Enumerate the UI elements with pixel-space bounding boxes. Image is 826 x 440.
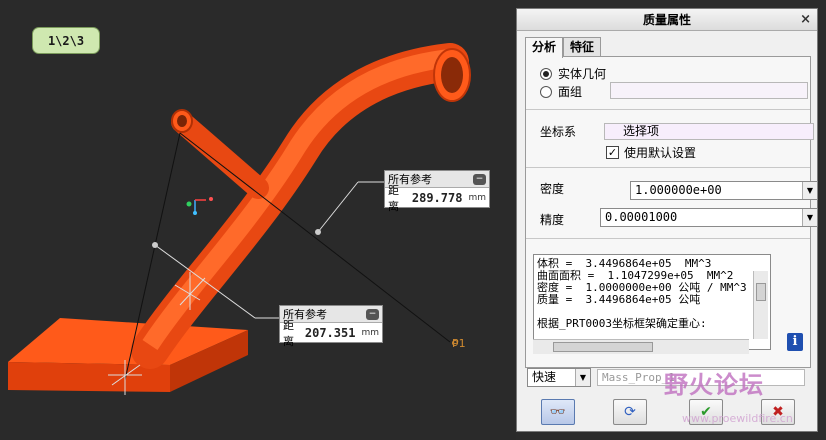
results-text-area[interactable]: 体积 = 3.4496864e+05 MM^3 曲面面积 = 1.1047299… bbox=[533, 254, 771, 350]
callout-collapse-icon[interactable]: − bbox=[366, 308, 379, 320]
results-horizontal-scrollbar[interactable] bbox=[533, 339, 749, 354]
point-p1-label: P1 bbox=[452, 337, 466, 350]
distance-label: 距离 bbox=[388, 183, 399, 213]
distance-value: 207.351 bbox=[304, 325, 356, 340]
csys-selector-field[interactable]: 选择项 bbox=[604, 123, 814, 140]
csys-selector-text: 选择项 bbox=[623, 124, 660, 138]
analysis-mode-select[interactable]: 快速 ▼ bbox=[527, 368, 591, 387]
scrollbar-thumb[interactable] bbox=[756, 283, 766, 301]
density-value: 1.000000e+00 bbox=[635, 183, 722, 197]
chevron-down-icon[interactable]: ▼ bbox=[575, 369, 590, 386]
forum-watermark-url: www.proewildfire.cn bbox=[682, 412, 793, 425]
refresh-icon: ⟳ bbox=[624, 404, 636, 420]
center-of-gravity-triad bbox=[186, 197, 213, 215]
use-default-label: 使用默认设置 bbox=[624, 146, 697, 160]
glasses-icon: 👓 bbox=[549, 404, 567, 420]
results-vertical-scrollbar[interactable] bbox=[753, 271, 768, 339]
forum-watermark: 野火论坛 bbox=[664, 371, 764, 399]
callout-body: 距离 207.351 mm bbox=[280, 319, 382, 348]
tab-analysis[interactable]: 分析 bbox=[525, 37, 564, 58]
info-icon[interactable]: i bbox=[787, 333, 803, 351]
precision-value: 0.00001000 bbox=[605, 210, 678, 224]
leader-top bbox=[317, 181, 359, 233]
distance-unit: mm bbox=[468, 192, 486, 203]
callout-collapse-icon[interactable]: − bbox=[473, 173, 486, 185]
result-line-mass: 质量 = 3.4496864e+05 公吨 bbox=[537, 293, 701, 306]
branch-pipe-bore bbox=[177, 115, 187, 127]
model-canvas[interactable] bbox=[0, 0, 516, 440]
divider bbox=[526, 167, 810, 168]
radio-label: 面组 bbox=[558, 85, 583, 99]
dim-anchor-top bbox=[315, 229, 321, 235]
tab-strip: 分析 特征 bbox=[525, 37, 817, 58]
checkbox-check-icon[interactable]: ✓ bbox=[606, 146, 619, 159]
radio-solid-geometry[interactable]: 实体几何 bbox=[540, 65, 606, 82]
precision-input[interactable]: 0.00001000 ▼ bbox=[600, 208, 818, 227]
density-input[interactable]: 1.000000e+00 ▼ bbox=[630, 181, 818, 200]
radio-label: 实体几何 bbox=[558, 67, 607, 81]
dim-anchor-bottom bbox=[152, 242, 158, 248]
radio-quilt[interactable]: 面组 bbox=[540, 83, 582, 100]
radio-button-icon[interactable] bbox=[540, 67, 552, 80]
distance-value: 289.778 bbox=[411, 190, 463, 205]
preview-button[interactable]: 👓 bbox=[541, 399, 575, 425]
tab-feature[interactable]: 特征 bbox=[563, 37, 602, 57]
distance-label: 距离 bbox=[283, 318, 294, 348]
divider bbox=[526, 109, 810, 110]
chevron-down-icon[interactable]: ▼ bbox=[802, 182, 817, 199]
quilt-selector-field[interactable] bbox=[610, 82, 808, 99]
repeat-analysis-button[interactable]: ⟳ bbox=[613, 399, 647, 425]
dialog-title: 质量属性 bbox=[642, 13, 691, 27]
precision-label: 精度 bbox=[540, 213, 565, 227]
analysis-mode-value: 快速 bbox=[532, 370, 557, 384]
saved-view-badge[interactable]: 1\2\3 bbox=[32, 27, 100, 54]
graphics-viewport[interactable]: 1\2\3 所有参考 − 距离 289.778 mm 所有参考 − 距离 207… bbox=[0, 0, 516, 440]
branch-pipe[interactable] bbox=[171, 111, 269, 199]
divider bbox=[526, 238, 810, 239]
use-default-checkbox[interactable]: ✓ 使用默认设置 bbox=[606, 144, 696, 161]
csys-label: 坐标系 bbox=[540, 125, 577, 139]
result-line-cog: 根据_PRT0003坐标框架确定重心: bbox=[537, 317, 707, 330]
close-icon[interactable]: × bbox=[800, 12, 811, 27]
radio-button-icon[interactable] bbox=[540, 85, 552, 98]
distance-unit: mm bbox=[361, 327, 379, 338]
main-pipe-bore bbox=[441, 57, 463, 93]
dialog-titlebar[interactable]: 质量属性 × bbox=[517, 9, 817, 31]
distance-callout-top[interactable]: 所有参考 − 距离 289.778 mm bbox=[384, 170, 490, 213]
distance-callout-bottom[interactable]: 所有参考 − 距离 207.351 mm bbox=[279, 305, 383, 348]
density-label: 密度 bbox=[540, 182, 565, 196]
callout-body: 距离 289.778 mm bbox=[385, 184, 489, 213]
chevron-down-icon[interactable]: ▼ bbox=[802, 209, 817, 226]
scrollbar-thumb[interactable] bbox=[553, 342, 653, 352]
